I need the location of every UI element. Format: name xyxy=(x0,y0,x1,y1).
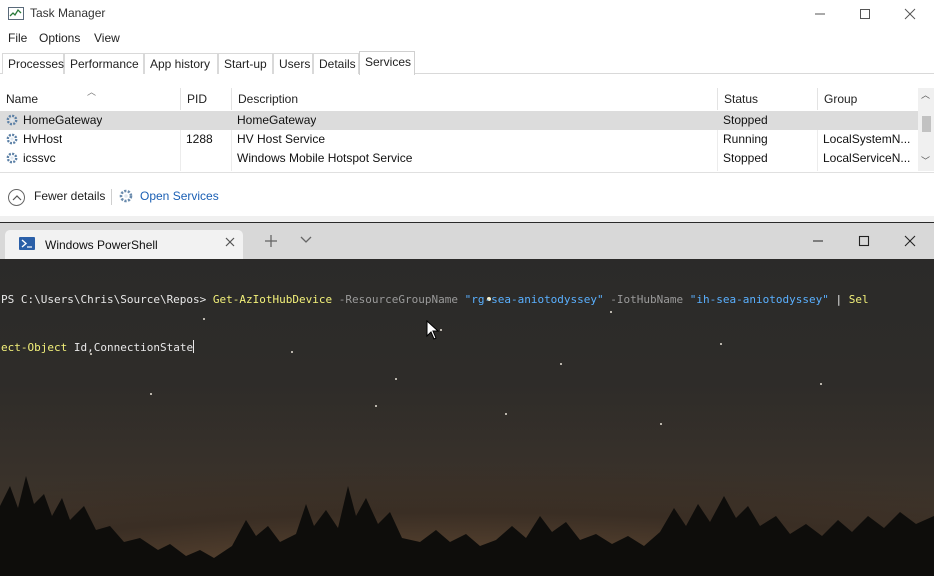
title-bar[interactable]: Task Manager xyxy=(0,0,934,28)
tab-start-up[interactable]: Start-up xyxy=(218,53,273,74)
maximize-button[interactable] xyxy=(842,0,888,28)
column-description[interactable]: Description xyxy=(231,88,717,110)
minimize-button[interactable] xyxy=(797,0,843,28)
terminal-output[interactable]: PS C:\Users\Chris\Source\Repos> Get-AzIo… xyxy=(1,260,931,388)
vertical-scrollbar[interactable]: ︿ ﹀ xyxy=(918,88,934,171)
row-pid: 1288 xyxy=(186,132,213,146)
service-gear-icon xyxy=(6,133,18,145)
task-manager-footer: Fewer details Open Services xyxy=(0,172,934,216)
powershell-icon xyxy=(19,237,35,250)
services-gear-icon[interactable] xyxy=(118,188,134,204)
command-line-2: ect-Object Id,ConnectionState xyxy=(1,340,931,356)
row-name: HomeGateway xyxy=(23,113,103,127)
select-command-part1: Sel xyxy=(848,293,869,306)
task-manager-window: Task Manager File Options View Processes… xyxy=(0,0,934,222)
row-name: icssvc xyxy=(23,151,56,165)
star-decoration xyxy=(150,393,152,395)
string-resource-group: "rg-sea-aniotodyssey" xyxy=(464,293,604,306)
close-button[interactable] xyxy=(887,0,933,28)
command-name: Get-AzIotHubDevice xyxy=(212,293,333,306)
column-group[interactable]: Group xyxy=(817,88,918,110)
text-caret xyxy=(193,340,195,353)
tab-performance[interactable]: Performance xyxy=(64,53,144,74)
terminal-maximize-button[interactable] xyxy=(841,223,887,259)
new-tab-plus-icon[interactable] xyxy=(263,233,279,249)
close-tab-icon[interactable] xyxy=(223,235,237,249)
fewer-details-button[interactable]: Fewer details xyxy=(34,189,105,203)
param-resource-group: -ResourceGroupName xyxy=(332,293,465,306)
service-gear-icon xyxy=(6,114,18,126)
param-iothub: -IotHubName xyxy=(603,293,690,306)
star-decoration xyxy=(660,423,662,425)
window-title: Task Manager xyxy=(30,6,106,20)
table-row[interactable]: HomeGateway HomeGateway Stopped xyxy=(0,111,918,130)
command-line-1: PS C:\Users\Chris\Source\Repos> Get-AzIo… xyxy=(1,292,931,308)
row-description: Windows Mobile Hotspot Service xyxy=(237,151,413,165)
chevron-down-icon[interactable] xyxy=(300,236,312,244)
scroll-down-icon[interactable]: ﹀ xyxy=(921,154,930,167)
row-status: Running xyxy=(723,132,768,146)
tab-services[interactable]: Services xyxy=(359,51,415,75)
row-description: HV Host Service xyxy=(237,132,326,146)
mouse-pointer-icon xyxy=(426,320,440,340)
select-command-part2: ect-Object xyxy=(1,341,68,354)
column-name[interactable]: ︿ Name xyxy=(0,87,180,110)
row-name: HvHost xyxy=(23,132,63,146)
tab-users[interactable]: Users xyxy=(273,53,313,74)
tab-processes[interactable]: Processes xyxy=(2,53,64,74)
row-description: HomeGateway xyxy=(237,113,317,127)
powershell-window: Windows PowerShell PS C:\Users\Chris\Sou… xyxy=(0,222,934,576)
row-status: Stopped xyxy=(723,113,768,127)
column-name-label: Name xyxy=(6,92,39,106)
scroll-thumb[interactable] xyxy=(922,116,931,132)
tab-app-history[interactable]: App history xyxy=(144,53,218,74)
column-pid[interactable]: PID xyxy=(180,88,231,110)
prompt: PS C:\Users\Chris\Source\Repos> xyxy=(1,293,213,306)
terminal-minimize-button[interactable] xyxy=(795,223,841,259)
services-column-headers: ︿ Name PID Description Status Group xyxy=(0,87,918,110)
tab-details[interactable]: Details xyxy=(313,53,359,74)
sort-up-icon: ︿ xyxy=(87,87,97,97)
services-list: HomeGateway HomeGateway Stopped HvHost 1… xyxy=(0,111,918,171)
table-row[interactable]: HvHost 1288 HV Host Service Running Loca… xyxy=(0,130,918,149)
footer-divider xyxy=(111,189,112,205)
table-row[interactable]: icssvc Windows Mobile Hotspot Service St… xyxy=(0,149,918,168)
pipe-operator: | xyxy=(828,293,849,306)
string-iothub: "ih-sea-aniotodyssey" xyxy=(689,293,829,306)
column-status[interactable]: Status xyxy=(717,88,817,110)
terminal-tab-bar[interactable]: Windows PowerShell xyxy=(0,223,934,259)
star-decoration xyxy=(505,413,507,415)
scroll-up-icon[interactable]: ︿ xyxy=(921,88,930,101)
menu-options[interactable]: Options xyxy=(39,31,80,45)
tab-label: Windows PowerShell xyxy=(45,238,158,252)
tab-windows-powershell[interactable]: Windows PowerShell xyxy=(5,230,243,259)
terminal-close-button[interactable] xyxy=(887,223,933,259)
tab-strip: Processes Performance App history Start-… xyxy=(0,51,934,75)
open-services-link[interactable]: Open Services xyxy=(140,189,219,203)
row-group: LocalSystemN... xyxy=(823,132,911,146)
menu-view[interactable]: View xyxy=(94,31,120,45)
select-args: Id,ConnectionState xyxy=(67,341,194,354)
collapse-chevron-icon[interactable] xyxy=(8,189,25,206)
menu-file[interactable]: File xyxy=(8,31,27,45)
task-manager-icon xyxy=(8,7,24,20)
star-decoration xyxy=(375,405,377,407)
row-group: LocalServiceN... xyxy=(823,151,911,165)
tree-silhouette xyxy=(0,476,934,576)
row-status: Stopped xyxy=(723,151,768,165)
service-gear-icon xyxy=(6,152,18,164)
